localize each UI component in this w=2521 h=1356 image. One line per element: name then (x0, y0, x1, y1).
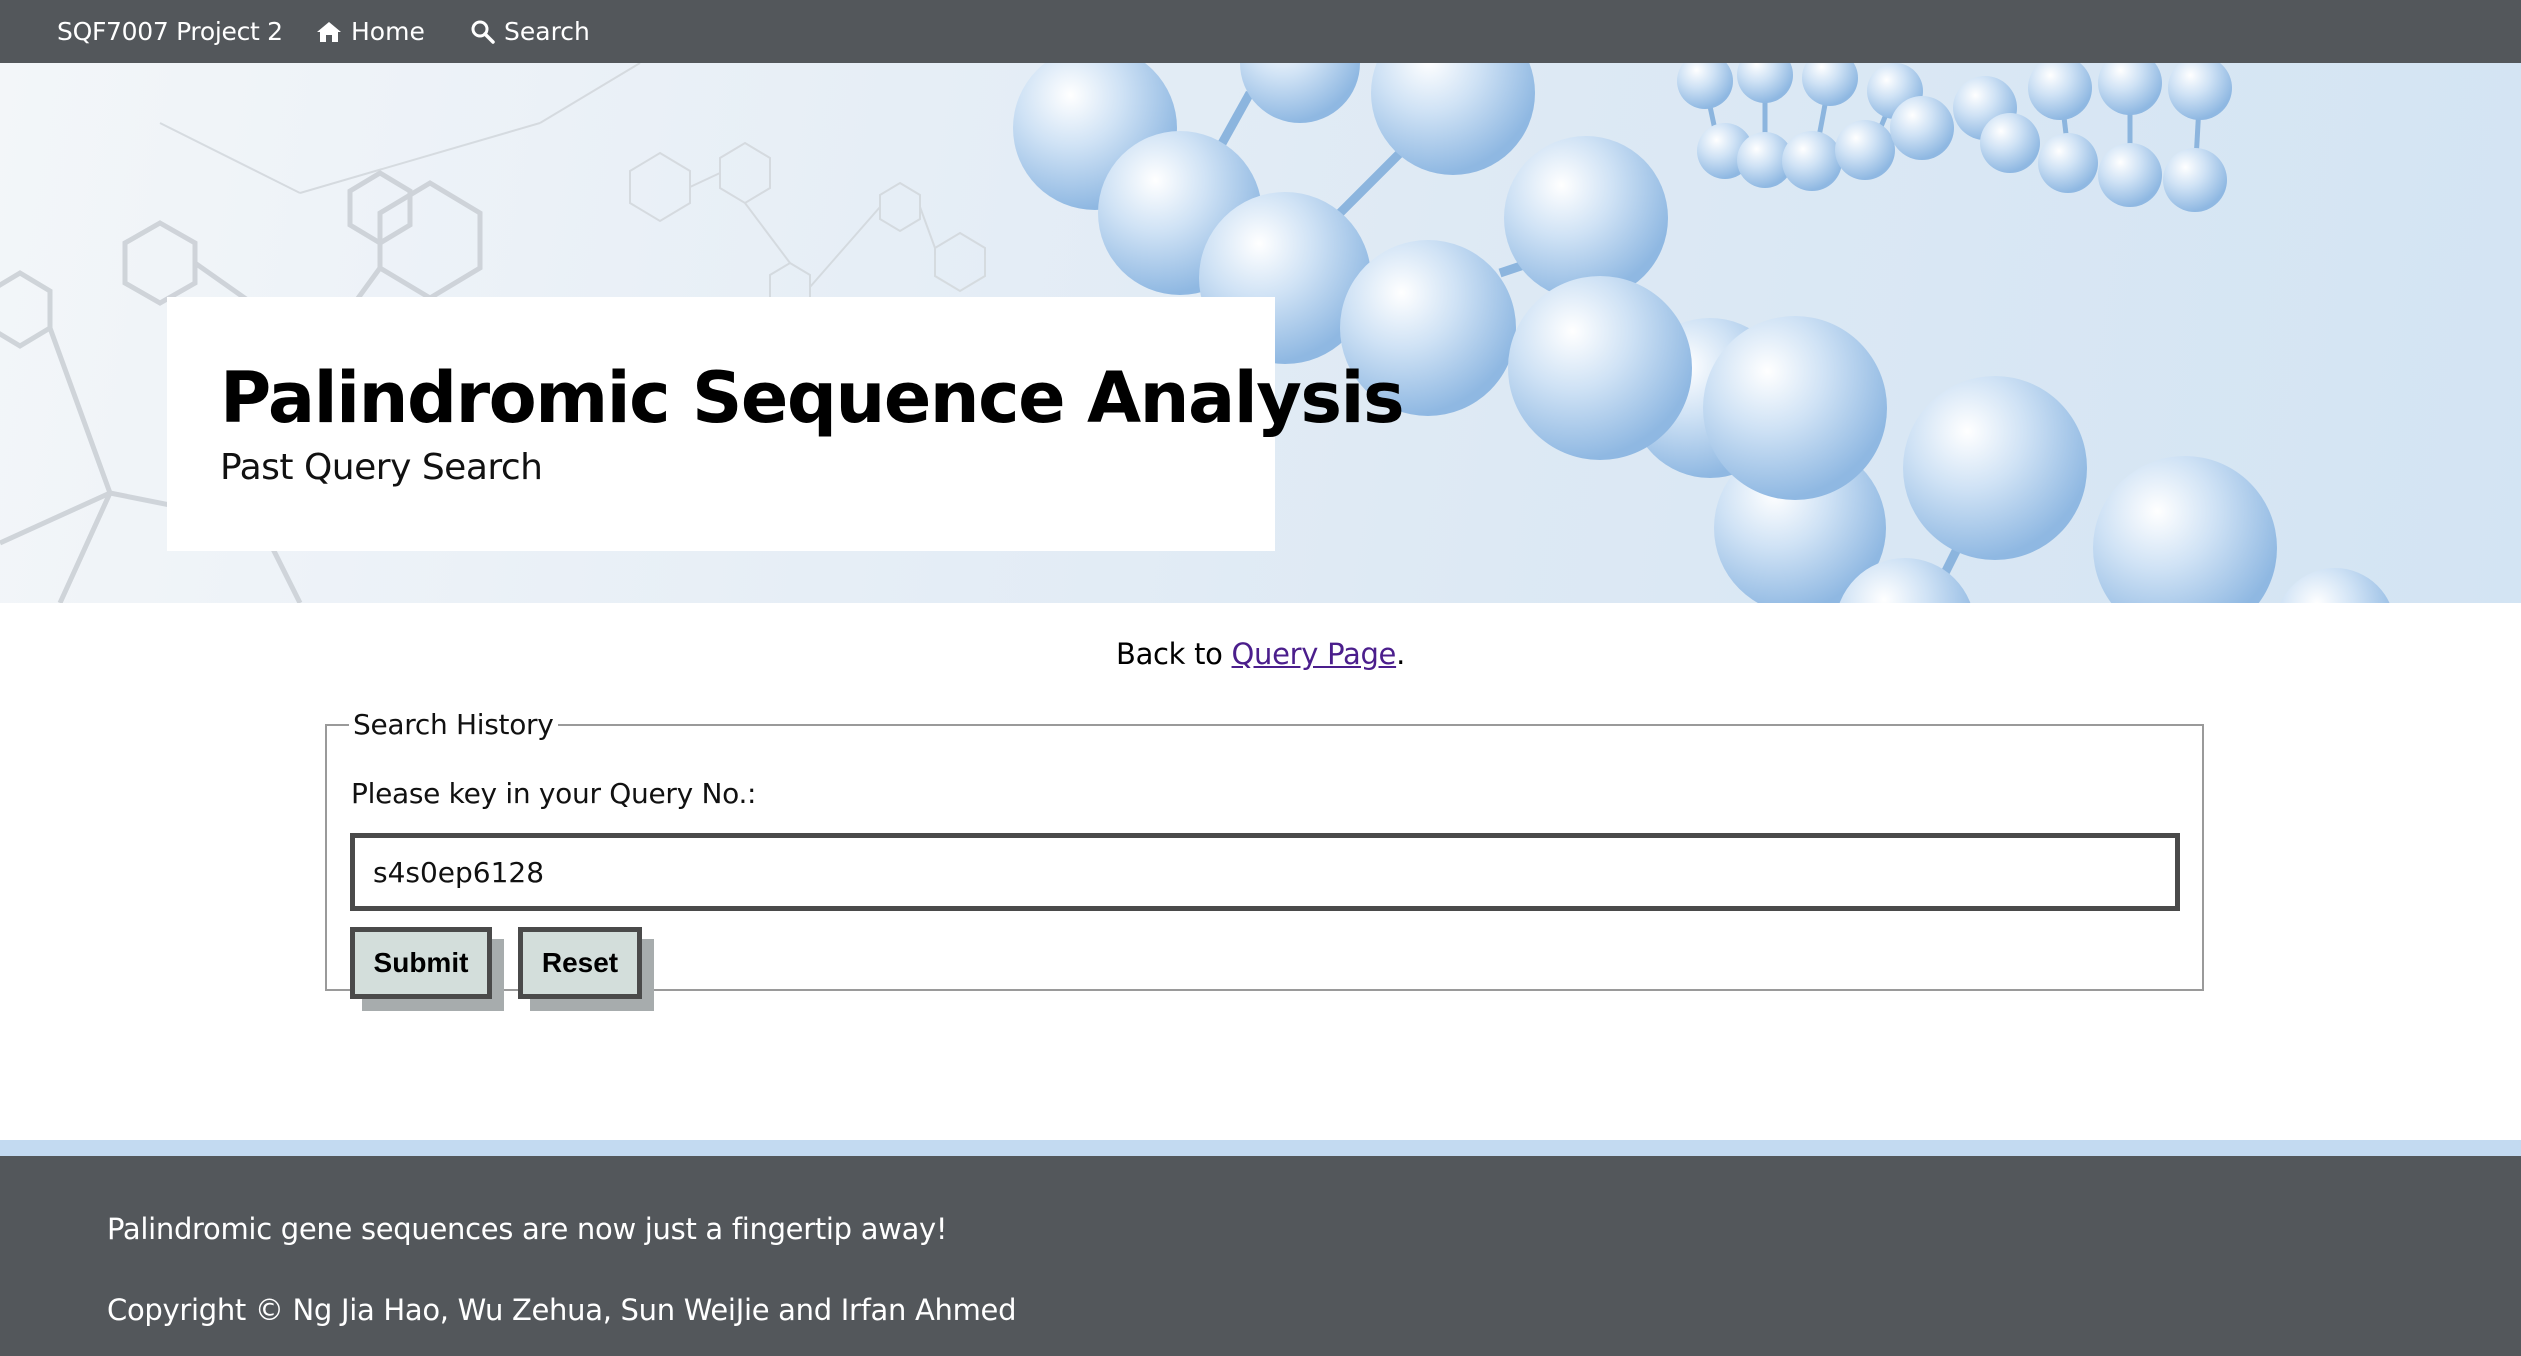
home-icon (316, 20, 342, 44)
title-card: Palindromic Sequence Analysis Past Query… (167, 297, 1405, 551)
back-prefix: Back to (1115, 637, 1232, 671)
footer-tagline: Palindromic gene sequences are now just … (107, 1212, 948, 1246)
nav-home-link[interactable]: Home (316, 0, 425, 63)
submit-button[interactable]: Submit (350, 927, 492, 999)
top-navbar: SQF7007 Project 2 Home Search (0, 0, 2521, 63)
nav-home-label: Home (351, 17, 425, 46)
footer-accent-bar (0, 1140, 2521, 1156)
footer: Palindromic gene sequences are now just … (0, 1156, 2521, 1356)
back-to-query-line: Back to Query Page. (0, 637, 2521, 671)
query-page-link[interactable]: Query Page (1232, 637, 1397, 671)
back-suffix: . (1396, 637, 1406, 671)
page-subtitle: Past Query Search (220, 447, 543, 488)
search-history-fieldset: Search History Please key in your Query … (325, 708, 2204, 999)
query-number-label: Please key in your Query No.: (351, 777, 757, 810)
search-icon (471, 20, 495, 44)
footer-copyright: Copyright © Ng Jia Hao, Wu Zehua, Sun We… (107, 1293, 1017, 1327)
nav-search-label: Search (504, 17, 590, 46)
page-title: Palindromic Sequence Analysis (220, 357, 1405, 439)
site-brand[interactable]: SQF7007 Project 2 (57, 0, 283, 63)
reset-button[interactable]: Reset (518, 927, 642, 999)
hero-banner: Palindromic Sequence Analysis Past Query… (0, 63, 2521, 603)
query-number-input[interactable] (350, 833, 2180, 911)
nav-search-link[interactable]: Search (471, 0, 590, 63)
search-history-legend: Search History (353, 708, 554, 741)
